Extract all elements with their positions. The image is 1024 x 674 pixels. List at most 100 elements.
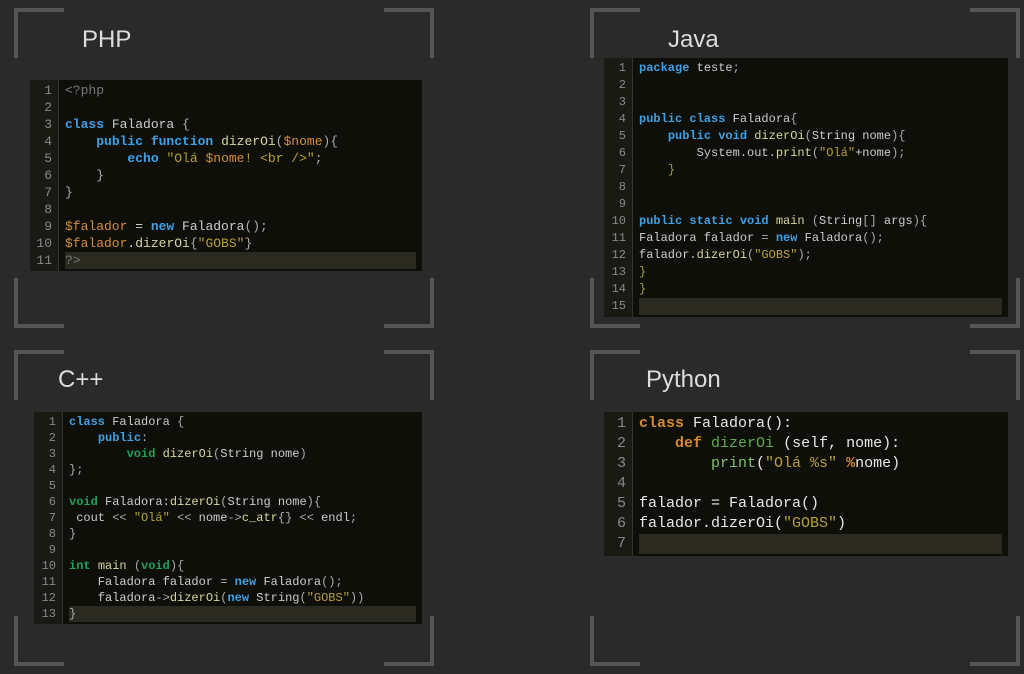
line-number: 3 (34, 116, 52, 133)
line-number: 6 (608, 514, 626, 534)
code-line[interactable]: void dizerOi(String nome) (69, 447, 307, 461)
code-line[interactable]: Faladora falador = new Faladora(); (639, 231, 884, 245)
code-line[interactable]: } (65, 168, 104, 183)
code-line[interactable]: } (639, 282, 646, 296)
code-line[interactable]: public: (69, 431, 148, 445)
code-line[interactable]: } (639, 265, 646, 279)
panel-title-java: Java (668, 26, 719, 54)
line-number: 9 (34, 218, 52, 235)
code-line[interactable]: } (69, 606, 416, 622)
line-number: 5 (34, 150, 52, 167)
line-number: 13 (608, 264, 626, 281)
code-body[interactable]: class Faladora(): def dizerOi (self, nom… (633, 412, 1008, 556)
line-number: 12 (608, 247, 626, 264)
code-line[interactable]: System.out.print("Olá"+nome); (639, 146, 905, 160)
line-number: 6 (608, 145, 626, 162)
line-number: 6 (34, 167, 52, 184)
code-body[interactable]: package teste; public class Faladora{ pu… (633, 58, 1008, 317)
line-number: 12 (38, 590, 56, 606)
code-line[interactable]: <?php (65, 83, 104, 98)
code-line[interactable]: }; (69, 463, 83, 477)
line-number: 1 (608, 60, 626, 77)
code-line[interactable]: falador.dizerOi("GOBS") (639, 515, 846, 532)
code-line[interactable] (639, 298, 1002, 315)
code-editor-php[interactable]: 1234567891011<?php class Faladora { publ… (30, 80, 422, 271)
line-number: 4 (38, 462, 56, 478)
code-line[interactable] (639, 197, 646, 211)
code-line[interactable]: faladora->dizerOi(new String("GOBS")) (69, 591, 364, 605)
line-number: 1 (608, 414, 626, 434)
code-line[interactable] (639, 534, 1002, 554)
code-line[interactable]: public void dizerOi(String nome){ (639, 129, 905, 143)
line-number: 13 (38, 606, 56, 622)
code-line[interactable]: class Faladora { (69, 415, 184, 429)
line-number: 2 (38, 430, 56, 446)
code-line[interactable]: falador = Faladora() (639, 495, 819, 512)
code-line[interactable]: public class Faladora{ (639, 112, 797, 126)
code-line[interactable]: cout << "Olá" << nome->c_atr{} << endl; (69, 511, 357, 525)
code-line[interactable]: } (639, 163, 675, 177)
code-line[interactable]: Faladora falador = new Faladora(); (69, 575, 343, 589)
code-editor-cpp[interactable]: 12345678910111213class Faladora { public… (34, 412, 422, 624)
line-number: 15 (608, 298, 626, 315)
line-number: 14 (608, 281, 626, 298)
code-line[interactable] (69, 543, 76, 557)
panel-python: Python 1234567class Faladora(): def dize… (590, 350, 1020, 666)
bracket-corner (590, 8, 640, 58)
code-line[interactable]: echo "Olá $nome! <br />"; (65, 151, 323, 166)
code-line[interactable]: ?> (65, 252, 416, 269)
code-editor-java[interactable]: 123456789101112131415package teste; publ… (604, 58, 1008, 317)
code-line[interactable] (639, 95, 646, 109)
line-number-gutter: 1234567891011 (30, 80, 59, 271)
line-number: 7 (34, 184, 52, 201)
line-number: 3 (608, 454, 626, 474)
line-number: 5 (608, 128, 626, 145)
code-line[interactable]: public static void main (String[] args){ (639, 214, 927, 228)
code-line[interactable] (65, 100, 73, 115)
bracket-corner (970, 616, 1020, 666)
line-number: 2 (34, 99, 52, 116)
code-line[interactable]: print("Olá %s" %nome) (639, 455, 900, 472)
line-number: 8 (608, 179, 626, 196)
line-number: 11 (34, 252, 52, 269)
bracket-corner (14, 278, 64, 328)
line-number: 3 (608, 94, 626, 111)
line-number: 6 (38, 494, 56, 510)
code-line[interactable]: void Faladora:dizerOi(String nome){ (69, 495, 321, 509)
code-body[interactable]: class Faladora { public: void dizerOi(St… (63, 412, 422, 624)
code-line[interactable]: class Faladora { (65, 117, 190, 132)
code-line[interactable]: int main (void){ (69, 559, 184, 573)
code-line[interactable]: package teste; (639, 61, 740, 75)
code-line[interactable]: falador.dizerOi("GOBS"); (639, 248, 812, 262)
code-line[interactable]: } (65, 185, 73, 200)
line-number: 9 (608, 196, 626, 213)
code-line[interactable]: $falador.dizerOi{"GOBS"} (65, 236, 252, 251)
line-number-gutter: 12345678910111213 (34, 412, 63, 624)
line-number: 10 (38, 558, 56, 574)
line-number: 5 (38, 478, 56, 494)
code-line[interactable]: class Faladora(): (639, 415, 792, 432)
code-line[interactable] (639, 180, 646, 194)
line-number-gutter: 123456789101112131415 (604, 58, 633, 317)
line-number: 8 (38, 526, 56, 542)
code-line[interactable] (639, 475, 648, 492)
line-number: 4 (608, 111, 626, 128)
code-line[interactable] (639, 78, 646, 92)
code-line[interactable] (65, 202, 73, 217)
code-line[interactable]: def dizerOi (self, nome): (639, 435, 900, 452)
bracket-corner (384, 350, 434, 400)
line-number: 5 (608, 494, 626, 514)
code-line[interactable]: $falador = new Faladora(); (65, 219, 268, 234)
line-number: 3 (38, 446, 56, 462)
code-editor-python[interactable]: 1234567class Faladora(): def dizerOi (se… (604, 412, 1008, 556)
line-number: 7 (38, 510, 56, 526)
bracket-corner (590, 616, 640, 666)
bracket-corner (14, 8, 64, 58)
bracket-corner (970, 350, 1020, 400)
panel-cpp: C++ 12345678910111213class Faladora { pu… (14, 350, 434, 666)
code-body[interactable]: <?php class Faladora { public function d… (59, 80, 422, 271)
line-number: 4 (34, 133, 52, 150)
code-line[interactable]: public function dizerOi($nome){ (65, 134, 338, 149)
code-line[interactable] (69, 479, 76, 493)
code-line[interactable]: } (69, 527, 76, 541)
